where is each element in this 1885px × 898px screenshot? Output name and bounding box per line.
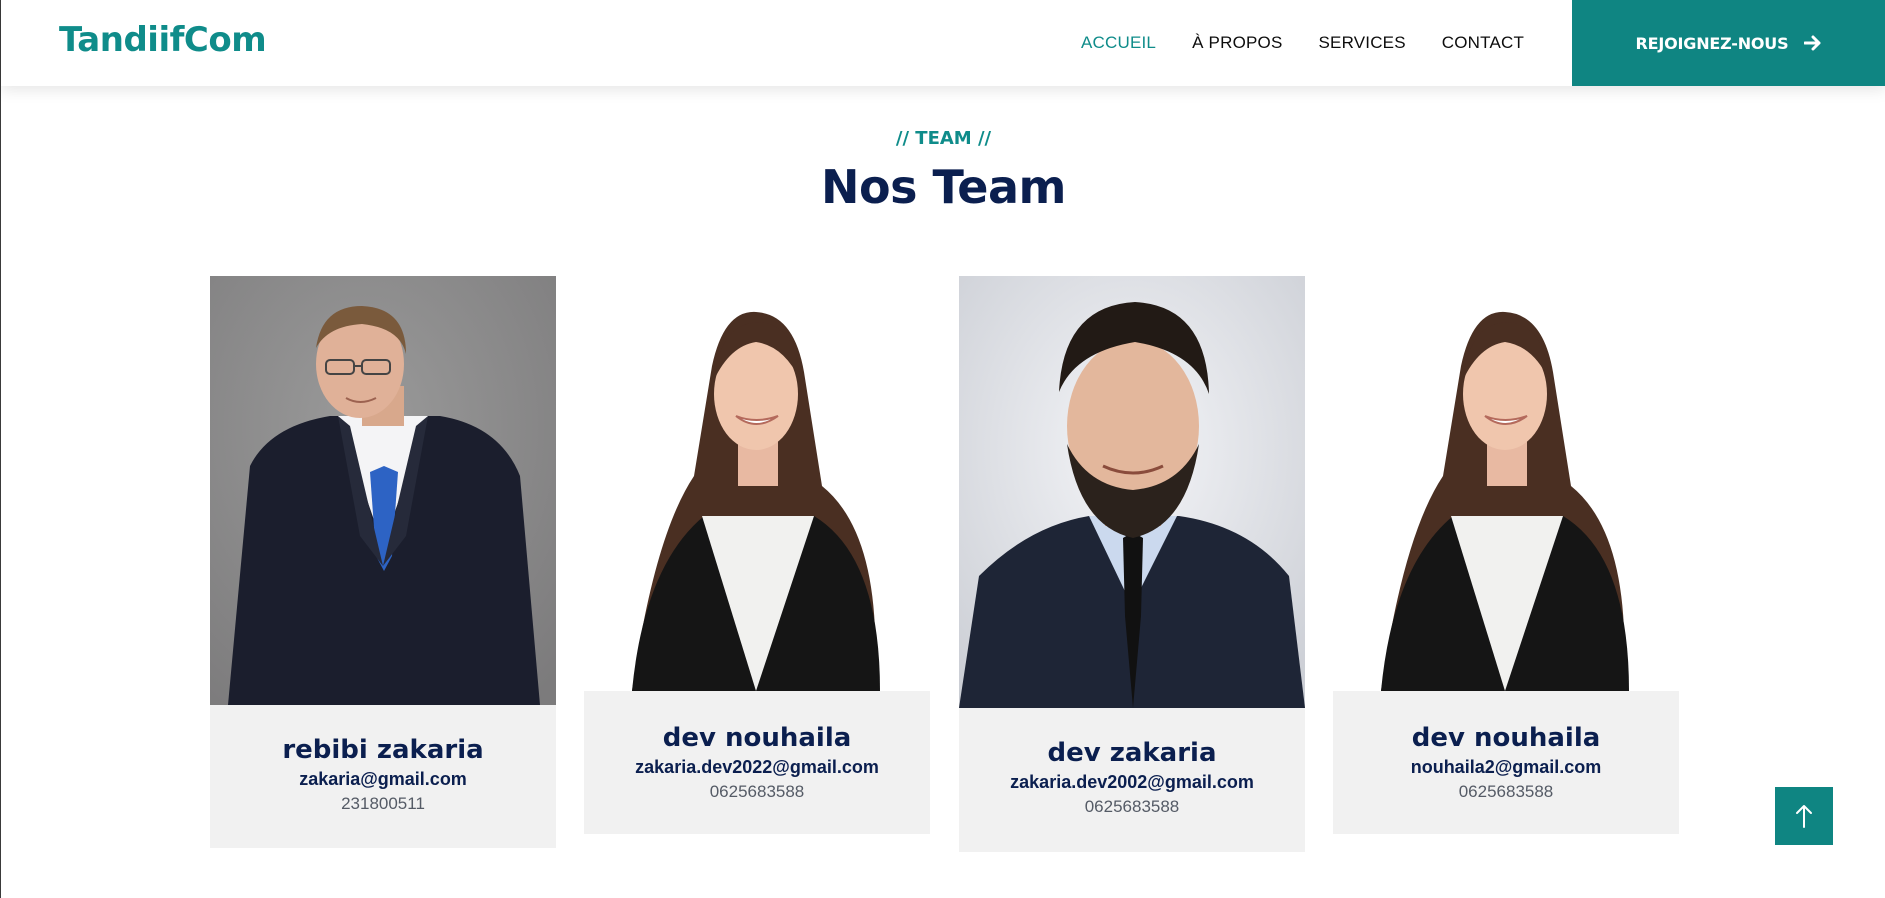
join-us-button[interactable]: REJOIGNEZ-NOUS	[1572, 0, 1885, 86]
member-name: dev zakaria	[1047, 738, 1217, 768]
team-info: dev zakaria zakaria.dev2002@gmail.com 06…	[959, 708, 1305, 852]
team-info: rebibi zakaria zakaria@gmail.com 2318005…	[210, 705, 556, 848]
team-photo	[210, 276, 556, 705]
member-phone: 0625683588	[1458, 782, 1554, 801]
nav-link-a-propos[interactable]: À PROPOS	[1192, 33, 1282, 53]
join-us-label: REJOIGNEZ-NOUS	[1635, 33, 1789, 53]
member-phone: 0625683588	[1084, 797, 1180, 816]
member-name: dev nouhaila	[662, 723, 852, 753]
member-name: dev nouhaila	[1411, 723, 1601, 753]
member-email[interactable]: zakaria.dev2002@gmail.com	[959, 772, 1305, 793]
brand-logo[interactable]: TandiifCom	[59, 20, 267, 60]
back-to-top-button[interactable]	[1775, 787, 1833, 845]
section-eyebrow: // TEAM //	[895, 128, 992, 149]
nav-link-contact[interactable]: CONTACT	[1442, 33, 1524, 53]
team-photo	[959, 276, 1305, 708]
member-phone: 0625683588	[709, 782, 805, 801]
nav-link-services[interactable]: SERVICES	[1319, 33, 1406, 53]
arrow-right-icon	[1804, 35, 1821, 51]
member-email[interactable]: zakaria.dev2022@gmail.com	[584, 757, 930, 778]
team-card: dev nouhaila nouhaila2@gmail.com 0625683…	[1333, 276, 1679, 834]
team-card: dev zakaria zakaria.dev2002@gmail.com 06…	[959, 276, 1305, 852]
member-name: rebibi zakaria	[282, 735, 484, 765]
team-info: dev nouhaila nouhaila2@gmail.com 0625683…	[1333, 691, 1679, 834]
team-card: rebibi zakaria zakaria@gmail.com 2318005…	[210, 276, 556, 848]
nav-link-accueil[interactable]: ACCUEIL	[1081, 33, 1156, 53]
member-email[interactable]: nouhaila2@gmail.com	[1333, 757, 1679, 778]
navbar: TandiifCom ACCUEIL À PROPOS SERVICES CON…	[1, 0, 1885, 86]
team-info: dev nouhaila zakaria.dev2022@gmail.com 0…	[584, 691, 930, 834]
nav-links: ACCUEIL À PROPOS SERVICES CONTACT	[1081, 0, 1560, 86]
section-title: Nos Team	[821, 160, 1066, 214]
team-photo	[584, 276, 930, 691]
team-card: dev nouhaila zakaria.dev2022@gmail.com 0…	[584, 276, 930, 834]
member-phone: 231800511	[341, 794, 425, 813]
member-email[interactable]: zakaria@gmail.com	[210, 769, 556, 790]
arrow-up-icon	[1796, 805, 1812, 828]
team-photo	[1333, 276, 1679, 691]
